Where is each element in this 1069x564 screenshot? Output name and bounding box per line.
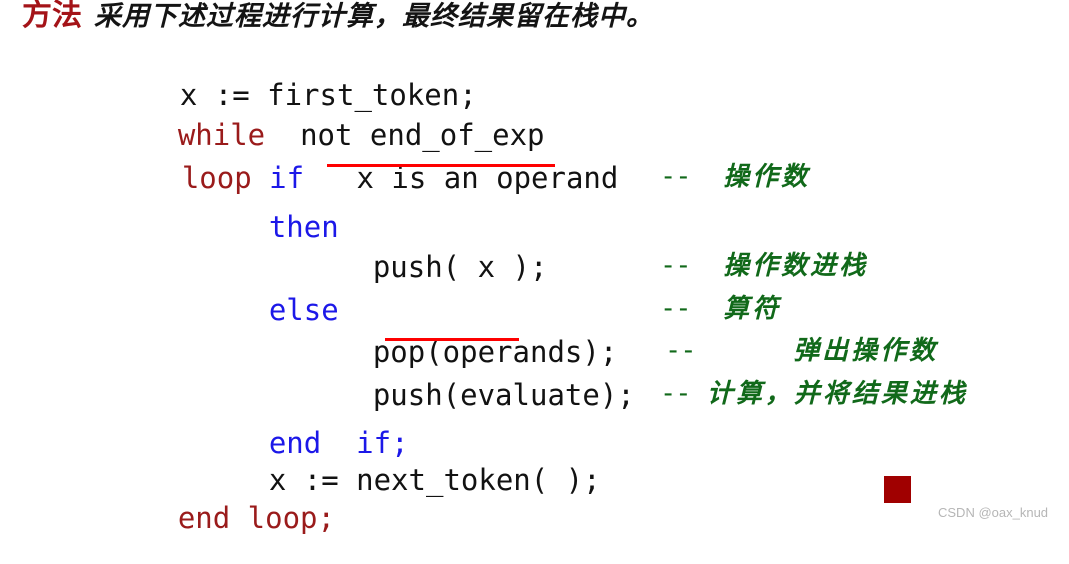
underline-operands (385, 338, 519, 341)
watermark-label: CSDN @oax_knud (938, 505, 1049, 520)
code-line-push-x: push( x ); (303, 224, 548, 311)
slide-canvas: 方法 采用下述过程进行计算，最终结果留在栈中。 x := first_token;… (0, 0, 1069, 533)
code-line-loop-if: loop if x is an operand (112, 135, 619, 222)
title-body: 采用下述过程进行计算，最终结果留在栈中。 (94, 1, 654, 32)
red-square-marker (884, 476, 911, 503)
title-keyword: 方法 (22, 0, 82, 33)
comment-operand: -- 操作数 (595, 136, 810, 217)
slide-title: 方法 采用下述过程进行计算，最终结果留在栈中。 (22, 1, 654, 31)
comment-evaluate: -- 计算，并将结果进栈 (595, 353, 968, 434)
comment-dash: -- (660, 161, 692, 192)
keyword-end-loop: end loop; (177, 501, 335, 535)
comment-text: 计算，并将结果进栈 (706, 379, 968, 409)
code-text: push( x ); (372, 250, 548, 284)
underline-is-an-operand (327, 164, 555, 167)
comment-text: 操作数 (723, 162, 811, 192)
code-line-end-loop: end loop; (108, 475, 335, 562)
comment-dash: -- (660, 378, 692, 409)
